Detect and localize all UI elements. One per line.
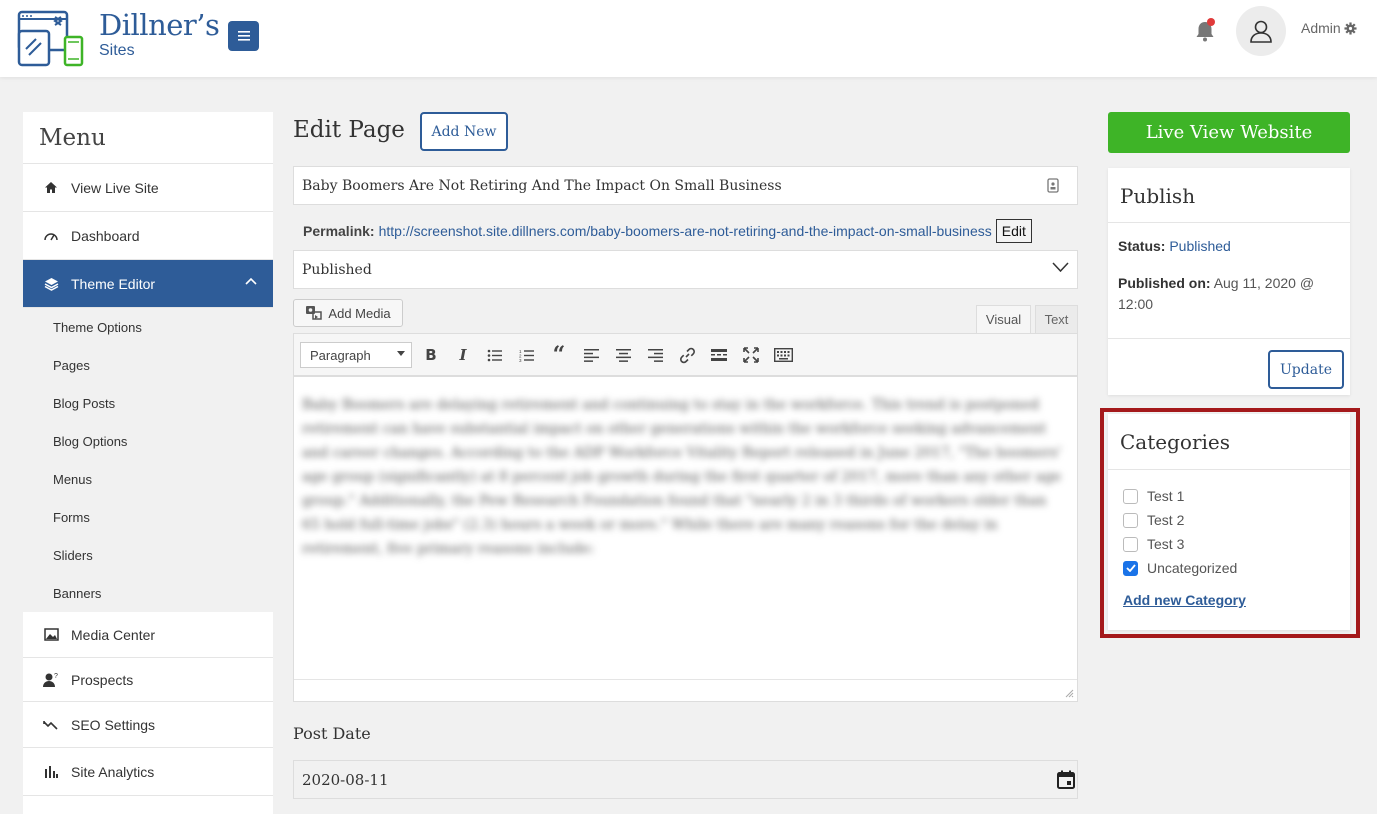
align-left-icon[interactable] [581,346,601,364]
publish-details: Status: Published Published on: Aug 11, … [1108,223,1350,339]
top-bar: Dillner’s Sites Admin [0,0,1377,77]
avatar[interactable] [1236,6,1286,56]
sidebar-item-label: Media Center [71,626,156,643]
gauge-icon [42,228,60,244]
sidebar-item-theme-editor[interactable]: Theme Editor [23,260,273,308]
bar-chart-icon [42,764,60,780]
tab-text[interactable]: Text [1035,305,1078,334]
add-media-button[interactable]: Add Media [293,299,403,327]
calendar-icon[interactable] [1057,770,1075,789]
editor-content-area[interactable]: Baby Boomers are delaying retirement and… [293,376,1078,702]
sidebar-subitem-blog-options[interactable]: Blog Options [23,422,273,460]
home-icon [42,180,60,196]
sidebar-item-site-analytics[interactable]: Site Analytics [23,748,273,796]
align-right-icon[interactable] [645,346,665,364]
sidebar-subitem-sliders[interactable]: Sliders [23,536,273,574]
permalink-url[interactable]: http://screenshot.site.dillners.com/baby… [379,223,992,239]
fullscreen-icon[interactable] [741,346,761,364]
permalink-label: Permalink: [303,223,375,239]
theme-editor-submenu: Theme Options Pages Blog Posts Blog Opti… [23,308,273,612]
bold-icon[interactable]: B [421,346,441,364]
add-media-label: Add Media [328,305,391,321]
sidebar-item-label: SEO Settings [71,716,156,733]
format-select[interactable]: Paragraph [300,342,412,368]
status-select[interactable]: Published [293,250,1078,289]
keyboard-icon[interactable] [773,346,793,364]
resize-handle-icon[interactable] [1065,689,1074,698]
gear-icon [1344,21,1357,35]
post-date-input[interactable]: 2020-08-11 [293,760,1078,799]
sidebar-item-seo-settings[interactable]: SEO Settings [23,702,273,748]
published-on-label: Published on: [1118,275,1211,291]
sidebar-subitem-blog-posts[interactable]: Blog Posts [23,384,273,422]
highlight-box [1100,408,1360,638]
tab-visual[interactable]: Visual [976,305,1031,334]
numbered-list-icon[interactable]: 123 [517,346,537,364]
person-question-icon: ? [42,672,60,688]
align-center-icon[interactable] [613,346,633,364]
contact-card-icon [1047,178,1059,193]
editor-content-text: Baby Boomers are delaying retirement and… [302,397,1062,557]
sidebar-item-label: Dashboard [71,227,140,244]
sidebar-item-label: Prospects [71,671,134,688]
chevron-up-icon [245,277,257,285]
page-title-input[interactable]: Baby Boomers Are Not Retiring And The Im… [293,166,1078,205]
brand-sub: Sites [99,42,135,59]
logo-icon[interactable] [17,9,85,67]
sidebar-item-label: Site Analytics [71,763,155,780]
caret-down-icon [397,351,405,356]
link-icon[interactable] [677,346,697,364]
permalink: Permalink: http://screenshot.site.dillne… [303,219,1032,243]
read-more-icon[interactable] [709,346,729,364]
sidebar-subitem-menus[interactable]: Menus [23,460,273,498]
editor-toolbar: Paragraph B I 123 “ [293,333,1078,376]
sidebar-item-label: View Live Site [71,179,159,196]
brand-name[interactable]: Dillner’s [99,8,220,42]
menu-toggle-button[interactable] [228,21,259,51]
update-button[interactable]: Update [1268,350,1344,389]
published-on-value: Aug 11, 2020 @ [1213,275,1315,291]
user-icon [1250,20,1272,43]
published-on-time: 12:00 [1118,296,1154,312]
svg-text:?: ? [54,673,58,680]
layers-icon [42,276,60,292]
sidebar: Menu View Live Site Dashboard Theme Edit… [23,112,273,814]
page-title: Edit Page [293,117,405,143]
editor-statusbar [294,679,1077,701]
sidebar-subitem-forms[interactable]: Forms [23,498,273,536]
sidebar-item-dashboard[interactable]: Dashboard [23,212,273,260]
sidebar-subitem-theme-options[interactable]: Theme Options [23,308,273,346]
publish-title: Publish [1108,168,1350,223]
published-on-line: Published on: Aug 11, 2020 @ 12:00 [1118,273,1340,315]
admin-label: Admin [1301,20,1341,36]
permalink-edit-button[interactable]: Edit [995,219,1032,243]
bullet-list-icon[interactable] [485,346,505,364]
admin-menu[interactable]: Admin [1301,20,1357,36]
media-icon [306,306,323,320]
publish-card: Publish Status: Published Published on: … [1108,168,1350,395]
svg-text:3: 3 [519,358,522,362]
italic-icon[interactable]: I [453,346,473,364]
hamburger-icon [237,31,250,41]
image-icon [42,627,60,643]
add-new-button[interactable]: Add New [420,112,508,151]
post-date-label: Post Date [293,724,371,743]
status-value[interactable]: Published [1169,238,1231,254]
sidebar-item-view-live-site[interactable]: View Live Site [23,164,273,212]
blockquote-icon[interactable]: “ [549,342,569,368]
notification-dot [1207,18,1215,26]
status-label: Status: [1118,238,1166,254]
sidebar-item-label: Theme Editor [71,275,156,292]
live-view-website-button[interactable]: Live View Website [1108,112,1350,153]
chevron-down-icon [1052,262,1069,273]
trend-icon [42,717,60,733]
publish-status-line: Status: Published [1118,236,1340,257]
sidebar-subitem-banners[interactable]: Banners [23,574,273,612]
sidebar-item-prospects[interactable]: ? Prospects [23,658,273,702]
sidebar-subitem-pages[interactable]: Pages [23,346,273,384]
sidebar-item-media-center[interactable]: Media Center [23,612,273,658]
menu-title: Menu [23,112,273,164]
